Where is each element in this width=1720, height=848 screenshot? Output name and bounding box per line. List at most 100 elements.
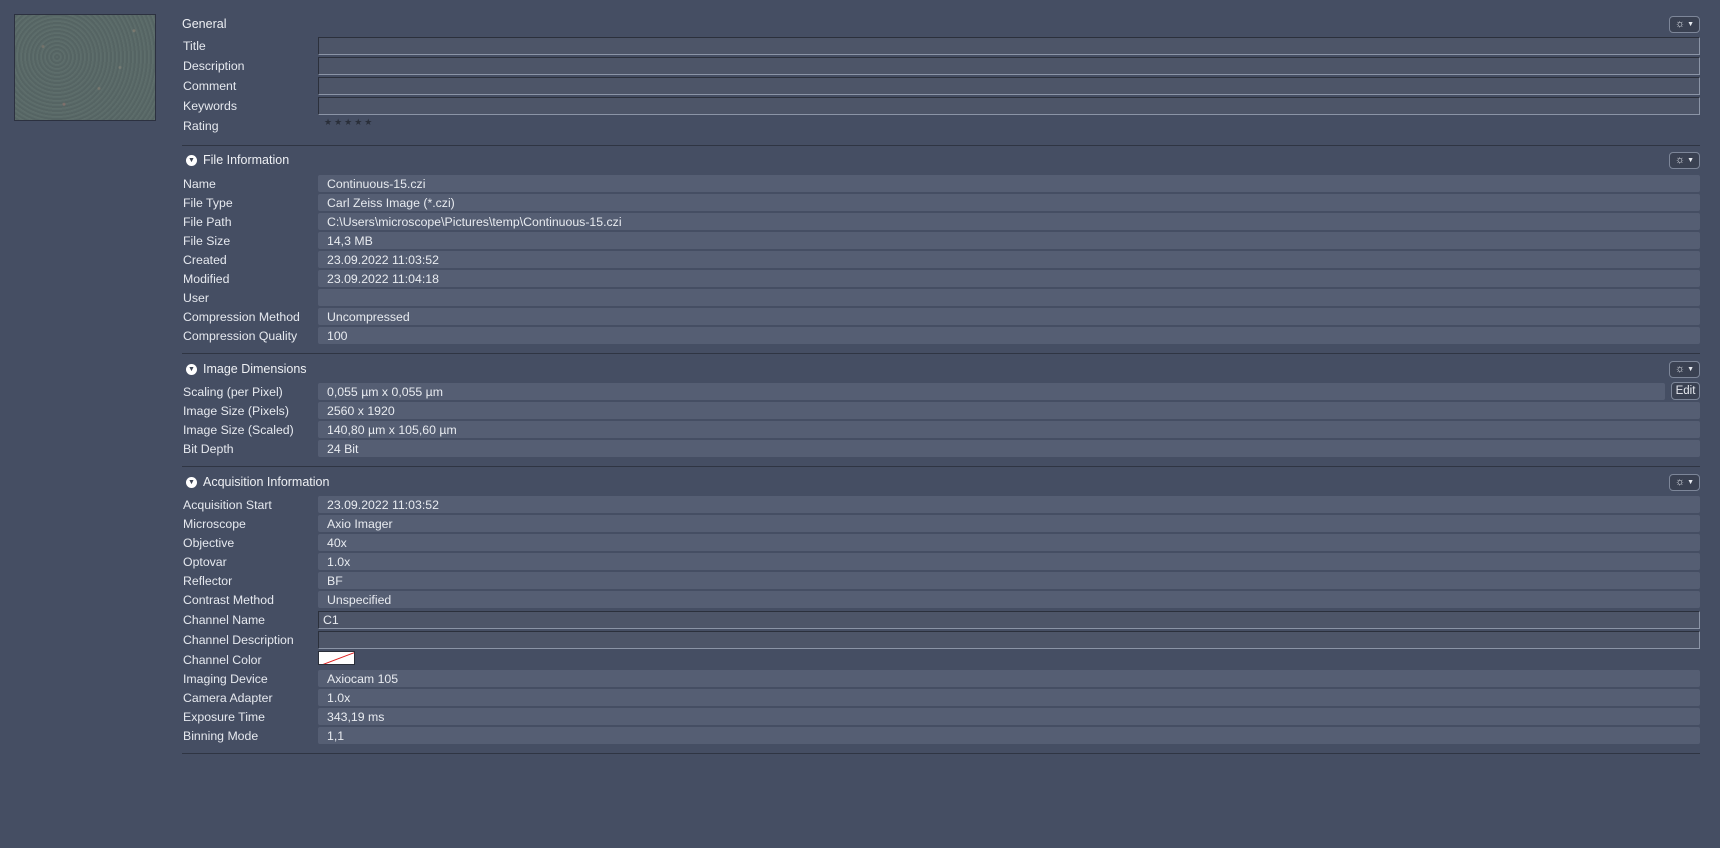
row-label: Channel Name [183, 612, 266, 627]
info-row: Compression Method Uncompressed [182, 308, 1700, 325]
info-row: Imaging Device Axiocam 105 [182, 670, 1700, 687]
info-row: Reflector BF [182, 572, 1700, 589]
row-label: File Path [183, 214, 232, 229]
info-row: File Size 14,3 MB [182, 232, 1700, 249]
keywords-input[interactable] [318, 97, 1700, 115]
info-row: Bit Depth 24 Bit [182, 440, 1700, 457]
channel-color-swatch[interactable] [318, 651, 355, 665]
row-value: Carl Zeiss Image (*.czi) [318, 194, 1700, 211]
field-title: Title [182, 37, 1700, 55]
row-value: 0,055 µm x 0,055 µm [318, 383, 1665, 400]
info-row: Exposure Time 343,19 ms [182, 708, 1700, 725]
image-thumbnail[interactable] [14, 14, 156, 121]
info-row: Image Size (Pixels) 2560 x 1920 [182, 402, 1700, 419]
row-value: Axiocam 105 [318, 670, 1700, 687]
info-row: Optovar 1.0x [182, 553, 1700, 570]
row-value: 343,19 ms [318, 708, 1700, 725]
info-row: Contrast Method Unspecified [182, 591, 1700, 608]
row-value: 23.09.2022 11:03:52 [318, 496, 1700, 513]
row-label: Compression Method [183, 309, 300, 324]
field-label: Title [183, 38, 206, 53]
row-value [318, 289, 1700, 306]
info-row: Camera Adapter 1.0x [182, 689, 1700, 706]
row-label: Image Size (Scaled) [183, 422, 294, 437]
row-value: 2560 x 1920 [318, 402, 1700, 419]
row-value: 14,3 MB [318, 232, 1700, 249]
field-label: Description [183, 58, 245, 73]
info-row: Objective 40x [182, 534, 1700, 551]
row-label: Scaling (per Pixel) [183, 384, 283, 399]
field-comment: Comment [182, 77, 1700, 95]
row-label: Compression Quality [183, 328, 298, 343]
row-value: C:\Users\microscope\Pictures\temp\Contin… [318, 213, 1700, 230]
file-information-options-button[interactable]: ☼ ▼ [1669, 152, 1700, 169]
channel-name-input[interactable]: C1 [318, 611, 1700, 629]
image-dimensions-header[interactable]: ▼ Image Dimensions [182, 359, 307, 379]
row-value: BF [318, 572, 1700, 589]
field-keywords: Keywords [182, 97, 1700, 115]
section-title: File Information [203, 153, 290, 167]
general-title: General [182, 17, 227, 31]
info-row: Compression Quality 100 [182, 327, 1700, 344]
row-label: Optovar [183, 554, 227, 569]
channel-description-input[interactable] [318, 631, 1700, 649]
row-value: 1,1 [318, 727, 1700, 744]
edit-scaling-button[interactable]: Edit [1671, 382, 1700, 400]
file-information-header[interactable]: ▼ File Information [182, 150, 289, 170]
field-label: Keywords [183, 98, 237, 113]
row-label: Name [183, 176, 216, 191]
field-description: Description [182, 57, 1700, 75]
row-label: Reflector [183, 573, 233, 588]
no-color-slash-icon [322, 652, 354, 664]
title-input[interactable] [318, 37, 1700, 55]
rating-stars[interactable]: ★★★★★ [324, 117, 374, 128]
caret-down-icon: ▼ [1687, 157, 1695, 164]
row-value: Continuous-15.czi [318, 175, 1700, 192]
gear-icon: ☼ [1674, 18, 1686, 30]
info-row: User [182, 289, 1700, 306]
image-dimensions-options-button[interactable]: ☼ ▼ [1669, 361, 1700, 378]
row-label: Exposure Time [183, 709, 266, 724]
row-label: Created [183, 252, 227, 267]
row-value: 1.0x [318, 689, 1700, 706]
divider [182, 466, 1700, 467]
info-row: Scaling (per Pixel) 0,055 µm x 0,055 µm … [182, 382, 1700, 400]
row-value: 24 Bit [318, 440, 1700, 457]
channel-description-row: Channel Description [182, 631, 1700, 649]
general-options-button[interactable]: ☼ ▼ [1669, 16, 1700, 33]
info-row: Modified 23.09.2022 11:04:18 [182, 270, 1700, 287]
row-value: 100 [318, 327, 1700, 344]
channel-color-row: Channel Color [182, 651, 1700, 668]
acquisition-information-options-button[interactable]: ☼ ▼ [1669, 474, 1700, 491]
divider [182, 353, 1700, 354]
collapse-icon[interactable]: ▼ [186, 154, 197, 166]
row-value: 23.09.2022 11:03:52 [318, 251, 1700, 268]
comment-input[interactable] [318, 77, 1700, 95]
row-label: Modified [183, 271, 230, 286]
acquisition-information-header[interactable]: ▼ Acquisition Information [182, 472, 329, 492]
collapse-icon[interactable]: ▼ [186, 363, 197, 375]
gear-icon: ☼ [1674, 363, 1686, 375]
row-label: Acquisition Start [183, 497, 272, 512]
row-label: File Size [183, 233, 231, 248]
general-header: General [182, 14, 226, 34]
row-label: Camera Adapter [183, 690, 273, 705]
row-label: Imaging Device [183, 671, 268, 686]
divider [182, 145, 1700, 146]
section-title: Acquisition Information [203, 475, 330, 489]
row-label: Binning Mode [183, 728, 259, 743]
info-row: Name Continuous-15.czi [182, 175, 1700, 192]
row-label: Channel Color [183, 652, 262, 667]
row-label: Objective [183, 535, 235, 550]
collapse-icon[interactable]: ▼ [186, 476, 197, 488]
gear-icon: ☼ [1674, 154, 1686, 166]
caret-down-icon: ▼ [1687, 21, 1695, 28]
info-row: File Type Carl Zeiss Image (*.czi) [182, 194, 1700, 211]
field-label: Rating [183, 118, 219, 133]
row-value: Unspecified [318, 591, 1700, 608]
divider [182, 753, 1700, 754]
description-input[interactable] [318, 57, 1700, 75]
row-label: File Type [183, 195, 233, 210]
row-value: 23.09.2022 11:04:18 [318, 270, 1700, 287]
field-rating: Rating ★★★★★ [182, 117, 1700, 134]
